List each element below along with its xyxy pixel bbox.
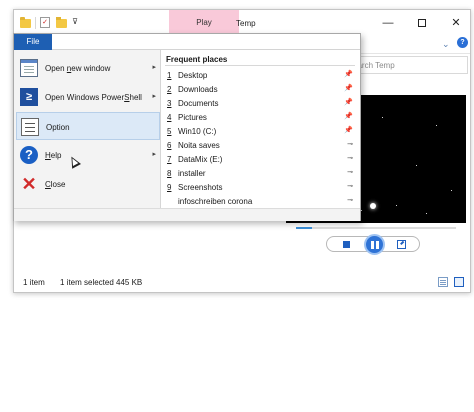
maximize-icon	[418, 19, 426, 28]
title-divider	[165, 65, 355, 66]
open-external-icon[interactable]	[397, 240, 406, 249]
menu-item-label: Open new window	[45, 64, 111, 73]
window-title: Temp	[236, 19, 256, 28]
place-label: Downloads	[178, 85, 218, 94]
place-label: Win10 (C:)	[178, 127, 217, 136]
access-key: 8	[167, 169, 172, 178]
maximize-button[interactable]	[405, 10, 439, 36]
unpinned-icon[interactable]: ⊸	[347, 196, 353, 204]
frequent-place-item[interactable]: 7 DataMix (E:) ⊸	[165, 153, 357, 166]
status-bar: 1 item 1 item selected 445 KB	[14, 273, 470, 293]
file-menu: File Open new window ▸ ≥ Open Windows Po…	[13, 33, 361, 221]
unpinned-icon[interactable]: ⊸	[347, 182, 353, 190]
star	[426, 213, 427, 214]
place-label: Pictures	[178, 113, 207, 122]
pin-icon[interactable]: 📌	[344, 84, 353, 92]
search-input[interactable]: earch Temp	[344, 56, 468, 74]
menu-item-open-powershell[interactable]: ≥ Open Windows PowerShell ▸	[16, 83, 160, 111]
star	[396, 205, 397, 206]
place-label: Documents	[178, 99, 219, 108]
access-key: 5	[167, 127, 172, 136]
help-icon[interactable]: ?	[457, 37, 468, 48]
star	[382, 117, 383, 118]
new-window-icon	[20, 59, 38, 77]
pin-icon[interactable]: 📌	[344, 70, 353, 78]
options-icon	[21, 118, 39, 136]
frequent-places-panel: Frequent places 1 Desktop 📌 2 Downloads …	[161, 50, 360, 208]
star	[436, 125, 437, 126]
frequent-place-item[interactable]: 2 Downloads 📌	[165, 83, 357, 96]
media-progress-bar[interactable]	[296, 227, 456, 229]
menu-item-options[interactable]: Option	[16, 112, 160, 140]
unpinned-icon[interactable]: ⊸	[347, 140, 353, 148]
pause-icon[interactable]	[364, 234, 385, 255]
new-folder-icon[interactable]	[56, 17, 67, 28]
help-icon: ?	[20, 146, 38, 164]
menu-item-label: Open Windows PowerShell	[45, 93, 142, 102]
pin-icon[interactable]: 📌	[344, 112, 353, 120]
selection-size: 445 KB	[116, 278, 143, 287]
frequent-place-item[interactable]: 4 Pictures 📌	[165, 111, 357, 124]
selection-count: 1 item selected	[60, 278, 114, 287]
menu-item-close[interactable]: ✕ Close	[16, 170, 160, 198]
frequent-place-item[interactable]: 5 Win10 (C:) 📌	[165, 125, 357, 138]
file-menu-footer	[14, 208, 360, 221]
pin-icon[interactable]: 📌	[344, 126, 353, 134]
unpinned-icon[interactable]: ⊸	[347, 168, 353, 176]
frequent-place-item[interactable]: 1 Desktop 📌	[165, 69, 357, 82]
menu-item-open-new-window[interactable]: Open new window ▸	[16, 54, 160, 82]
access-key: 1	[167, 71, 172, 80]
close-icon: ✕	[21, 174, 37, 194]
frequent-place-item[interactable]: 3 Documents 📌	[165, 97, 357, 110]
stop-icon[interactable]	[343, 241, 350, 248]
media-controls	[326, 234, 420, 255]
details-view-icon[interactable]	[438, 277, 448, 287]
qat-separator	[35, 17, 36, 29]
place-label: Desktop	[178, 71, 208, 80]
star	[451, 190, 452, 191]
submenu-arrow-icon: ▸	[152, 93, 156, 100]
menu-item-help[interactable]: ? Help ▸	[16, 141, 160, 169]
access-key: 4	[167, 113, 172, 122]
large-icons-view-icon[interactable]	[454, 277, 464, 287]
menu-item-label: Close	[45, 180, 66, 189]
qat-customize-dropdown-icon[interactable]: ⊽	[71, 17, 79, 31]
access-key: 3	[167, 99, 172, 108]
frequent-places-title: Frequent places	[166, 55, 228, 64]
access-key: 7	[167, 155, 172, 164]
star	[361, 210, 362, 211]
expand-ribbon-icon[interactable]: ⌄	[442, 39, 450, 50]
minimize-button[interactable]: —	[371, 10, 405, 36]
tab-file[interactable]: File	[14, 34, 52, 50]
submenu-arrow-icon: ▸	[152, 151, 156, 158]
frequent-place-item[interactable]: infoschreiben corona ⊸	[165, 195, 357, 208]
unpinned-icon[interactable]: ⊸	[347, 154, 353, 162]
place-label: infoschreiben corona	[178, 197, 253, 206]
place-label: DataMix (E:)	[178, 155, 223, 164]
star	[416, 165, 417, 166]
item-count: 1 item	[23, 278, 45, 287]
frequent-place-item[interactable]: 8 installer ⊸	[165, 167, 357, 180]
access-key: 9	[167, 183, 172, 192]
menu-item-label: Help	[45, 151, 62, 160]
menu-item-label: Option	[46, 123, 70, 132]
folder-icon	[20, 17, 31, 28]
close-window-button[interactable]: ✕	[439, 10, 473, 36]
place-label: installer	[178, 169, 206, 178]
bright-star	[370, 203, 376, 209]
media-progress-fill	[296, 227, 312, 229]
pin-icon[interactable]: 📌	[344, 98, 353, 106]
submenu-arrow-icon: ▸	[152, 64, 156, 71]
properties-icon[interactable]: ✓	[40, 17, 50, 28]
file-tab-strip	[52, 34, 360, 50]
place-label: Screenshots	[178, 183, 223, 192]
place-label: Noita saves	[178, 141, 220, 150]
frequent-place-item[interactable]: 9 Screenshots ⊸	[165, 181, 357, 194]
powershell-icon: ≥	[20, 88, 38, 106]
access-key: 6	[167, 141, 172, 150]
frequent-place-item[interactable]: 6 Noita saves ⊸	[165, 139, 357, 152]
file-menu-commands: Open new window ▸ ≥ Open Windows PowerSh…	[14, 50, 160, 208]
access-key: 2	[167, 85, 172, 94]
